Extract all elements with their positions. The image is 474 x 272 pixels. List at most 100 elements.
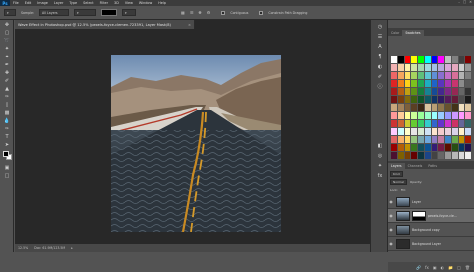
- layer-row-selected[interactable]: ◉ pexels-foyce-cle...: [388, 209, 474, 223]
- color-swatch[interactable]: [391, 128, 397, 135]
- menu-select[interactable]: Select: [80, 1, 96, 5]
- color-swatch[interactable]: [424, 112, 431, 119]
- color-swatch[interactable]: [465, 120, 471, 127]
- color-swatch[interactable]: [465, 144, 471, 151]
- color-swatch[interactable]: [411, 152, 417, 159]
- color-swatch[interactable]: [397, 152, 404, 159]
- color-swatch[interactable]: [424, 80, 431, 87]
- color-swatch[interactable]: [391, 112, 397, 119]
- color-swatch[interactable]: [431, 136, 438, 143]
- color-swatch[interactable]: [438, 128, 444, 135]
- color-swatch[interactable]: [445, 64, 451, 71]
- color-swatch[interactable]: [445, 72, 451, 79]
- color-swatch[interactable]: [438, 56, 444, 63]
- color-swatch[interactable]: [404, 152, 411, 159]
- color-swatch[interactable]: [458, 112, 465, 119]
- gear-icon[interactable]: ⚙: [207, 10, 211, 15]
- blur-tool-icon[interactable]: 💧: [3, 118, 11, 125]
- color-swatch[interactable]: [451, 136, 458, 143]
- color-swatch[interactable]: [404, 136, 411, 143]
- color-swatch[interactable]: [445, 144, 451, 151]
- eye-icon[interactable]: ◉: [388, 227, 394, 232]
- foreground-color-swatch[interactable]: [3, 151, 9, 157]
- color-swatch[interactable]: [445, 96, 451, 103]
- color-swatch[interactable]: [418, 64, 424, 71]
- healing-tool-icon[interactable]: ✚: [3, 70, 11, 77]
- color-swatch[interactable]: [418, 56, 424, 63]
- color-swatch[interactable]: [397, 120, 404, 127]
- fx-icon[interactable]: fx: [425, 265, 429, 270]
- color-swatch[interactable]: [411, 112, 417, 119]
- color-swatch[interactable]: [404, 104, 411, 111]
- marquee-tool-icon[interactable]: ▢: [3, 30, 11, 37]
- color-swatch[interactable]: [438, 144, 444, 151]
- color-swatch[interactable]: [458, 56, 465, 63]
- constrain-path-checkbox[interactable]: [259, 10, 264, 15]
- screen-mode-icon[interactable]: □: [3, 173, 11, 180]
- color-swatch[interactable]: [424, 136, 431, 143]
- color-swatch[interactable]: [411, 56, 417, 63]
- color-swatch[interactable]: [391, 136, 397, 143]
- mode-select[interactable]: ▾: [74, 9, 97, 16]
- color-swatch[interactable]: [451, 56, 458, 63]
- menu-window[interactable]: Window: [136, 1, 155, 5]
- color-swatch[interactable]: [458, 128, 465, 135]
- tab-layers[interactable]: Layers: [388, 163, 405, 169]
- color-swatch[interactable]: [438, 88, 444, 95]
- history-brush-tool-icon[interactable]: ✑: [3, 94, 11, 101]
- color-swatch[interactable]: [391, 144, 397, 151]
- history-icon[interactable]: ◷: [376, 24, 384, 31]
- color-swatch[interactable]: [431, 128, 438, 135]
- layer-row[interactable]: ◉ Background copy: [388, 223, 474, 237]
- color-swatch[interactable]: [458, 136, 465, 143]
- color-swatch[interactable]: [445, 136, 451, 143]
- color-swatch[interactable]: [391, 120, 397, 127]
- color-swatch[interactable]: [458, 120, 465, 127]
- pen-tool-icon[interactable]: ✑: [3, 126, 11, 133]
- color-swatch[interactable]: [424, 56, 431, 63]
- tab-channels[interactable]: Channels: [405, 163, 426, 169]
- color-swatch[interactable]: [397, 56, 404, 63]
- color-swatch[interactable]: [465, 128, 471, 135]
- color-swatch[interactable]: [458, 72, 465, 79]
- stroke-width-field[interactable]: ▾: [122, 9, 137, 16]
- color-swatch[interactable]: [438, 80, 444, 87]
- color-swatch[interactable]: [404, 120, 411, 127]
- color-swatch[interactable]: [424, 144, 431, 151]
- color-swatch[interactable]: [397, 88, 404, 95]
- menu-edit[interactable]: Edit: [22, 1, 35, 5]
- eyedropper-tool-icon[interactable]: ✒: [3, 62, 11, 69]
- kind-filter-select[interactable]: Kind: [390, 171, 403, 177]
- color-swatches[interactable]: [3, 151, 12, 160]
- color-swatch[interactable]: [431, 112, 438, 119]
- color-swatch[interactable]: [451, 112, 458, 119]
- color-swatch[interactable]: [404, 88, 411, 95]
- color-swatch[interactable]: [458, 152, 465, 159]
- color-swatch[interactable]: [391, 80, 397, 87]
- menu-layer[interactable]: Layer: [51, 1, 66, 5]
- color-swatch[interactable]: [424, 96, 431, 103]
- color-swatch[interactable]: [445, 112, 451, 119]
- color-swatch[interactable]: [411, 104, 417, 111]
- color-swatch[interactable]: [424, 64, 431, 71]
- color-swatch[interactable]: [418, 152, 424, 159]
- color-swatch[interactable]: [418, 144, 424, 151]
- menu-3d[interactable]: 3D: [111, 1, 122, 5]
- paragraph-icon[interactable]: ¶: [376, 54, 384, 61]
- color-swatch[interactable]: [465, 72, 471, 79]
- color-swatch[interactable]: [391, 152, 397, 159]
- gradient-tool-icon[interactable]: ▩: [3, 110, 11, 117]
- color-swatch[interactable]: [458, 96, 465, 103]
- color-swatch[interactable]: [424, 152, 431, 159]
- tab-swatches[interactable]: Swatches: [402, 30, 424, 36]
- color-swatch[interactable]: [404, 96, 411, 103]
- path-align-icon[interactable]: ☰: [190, 10, 194, 15]
- color-swatch[interactable]: [424, 72, 431, 79]
- color-swatch[interactable]: [458, 80, 465, 87]
- color-swatch[interactable]: [411, 88, 417, 95]
- quick-select-tool-icon[interactable]: ✦: [3, 46, 11, 53]
- color-swatch[interactable]: [431, 104, 438, 111]
- color-swatch[interactable]: [397, 104, 404, 111]
- color-swatch[interactable]: [418, 128, 424, 135]
- color-swatch[interactable]: [424, 104, 431, 111]
